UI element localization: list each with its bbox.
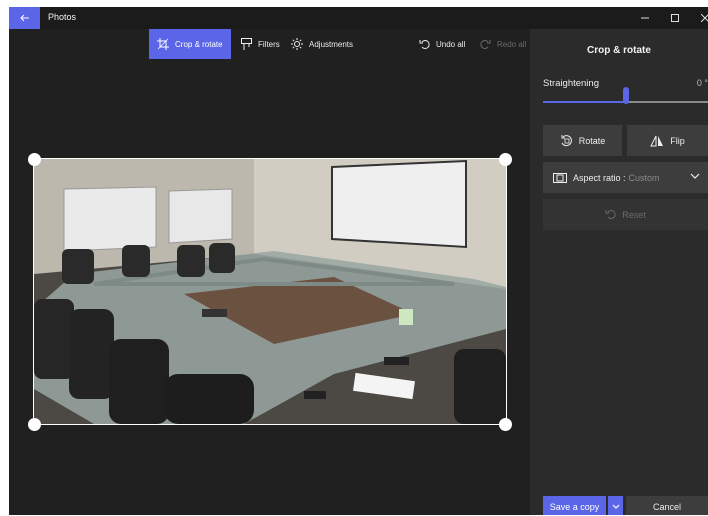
rotate-button[interactable]: Rotate bbox=[543, 125, 622, 156]
undo-all-button[interactable]: Undo all bbox=[411, 29, 473, 59]
aspect-ratio-dropdown[interactable]: Aspect ratio : Custom bbox=[543, 162, 708, 193]
slider-thumb[interactable] bbox=[622, 87, 629, 104]
save-options-button[interactable] bbox=[608, 496, 623, 515]
tab-adjustments[interactable]: Adjustments bbox=[283, 29, 361, 59]
reset-button[interactable]: Reset bbox=[543, 199, 708, 230]
conference-room-photo bbox=[34, 159, 506, 424]
filters-icon bbox=[241, 38, 252, 50]
maximize-button[interactable] bbox=[660, 7, 690, 29]
crop-icon bbox=[157, 38, 169, 50]
tab-filters[interactable]: Filters bbox=[233, 29, 288, 59]
crop-handle-top-right[interactable] bbox=[499, 153, 512, 166]
rotate-icon bbox=[561, 135, 572, 147]
flip-label: Flip bbox=[670, 135, 685, 146]
crop-rotate-panel: Crop & rotate Straightening 0 ° Rotate F… bbox=[530, 29, 708, 515]
close-button[interactable] bbox=[690, 7, 708, 29]
tab-crop-rotate[interactable]: Crop & rotate bbox=[149, 29, 231, 59]
undo-icon bbox=[419, 39, 430, 49]
crop-handle-bottom-left[interactable] bbox=[28, 418, 41, 431]
reset-icon bbox=[605, 210, 616, 219]
straightening-label: Straightening bbox=[543, 78, 599, 89]
aspect-ratio-value: Custom bbox=[628, 172, 660, 183]
back-button[interactable] bbox=[9, 7, 40, 29]
chevron-down-icon bbox=[612, 504, 619, 509]
flip-button[interactable]: Flip bbox=[627, 125, 708, 156]
redo-all-label: Redo all bbox=[497, 39, 527, 49]
undo-all-label: Undo all bbox=[436, 39, 466, 49]
straightening-value: 0 ° bbox=[696, 78, 708, 88]
app-title: Photos bbox=[48, 12, 77, 22]
photo-image[interactable] bbox=[33, 158, 507, 425]
tab-adjustments-label: Adjustments bbox=[309, 39, 354, 49]
rotate-label: Rotate bbox=[578, 135, 606, 146]
minimize-button[interactable] bbox=[630, 7, 660, 29]
slider-fill bbox=[543, 101, 626, 103]
title-bar: Photos bbox=[9, 7, 708, 29]
redo-icon bbox=[480, 39, 491, 49]
crop-handle-bottom-right[interactable] bbox=[499, 418, 512, 431]
flip-icon bbox=[650, 135, 664, 146]
photo-canvas bbox=[9, 59, 530, 515]
photos-window: Photos Crop & rotate Filters Adjustments… bbox=[9, 7, 708, 515]
chevron-down-icon bbox=[690, 173, 700, 179]
save-copy-button[interactable]: Save a copy bbox=[543, 496, 606, 515]
tab-crop-rotate-label: Crop & rotate bbox=[175, 39, 223, 49]
aspect-ratio-icon bbox=[553, 172, 567, 183]
maximize-icon bbox=[671, 14, 679, 22]
panel-title: Crop & rotate bbox=[587, 45, 651, 56]
back-arrow-icon bbox=[19, 14, 29, 22]
reset-label: Reset bbox=[622, 209, 646, 220]
aspect-ratio-label: Aspect ratio : bbox=[573, 172, 626, 183]
minimize-icon bbox=[641, 17, 649, 19]
sun-icon bbox=[291, 38, 303, 50]
cancel-button[interactable]: Cancel bbox=[626, 496, 708, 515]
redo-all-button[interactable]: Redo all bbox=[472, 29, 534, 59]
close-icon bbox=[701, 14, 708, 22]
tab-filters-label: Filters bbox=[258, 39, 280, 49]
crop-handle-top-left[interactable] bbox=[28, 153, 41, 166]
